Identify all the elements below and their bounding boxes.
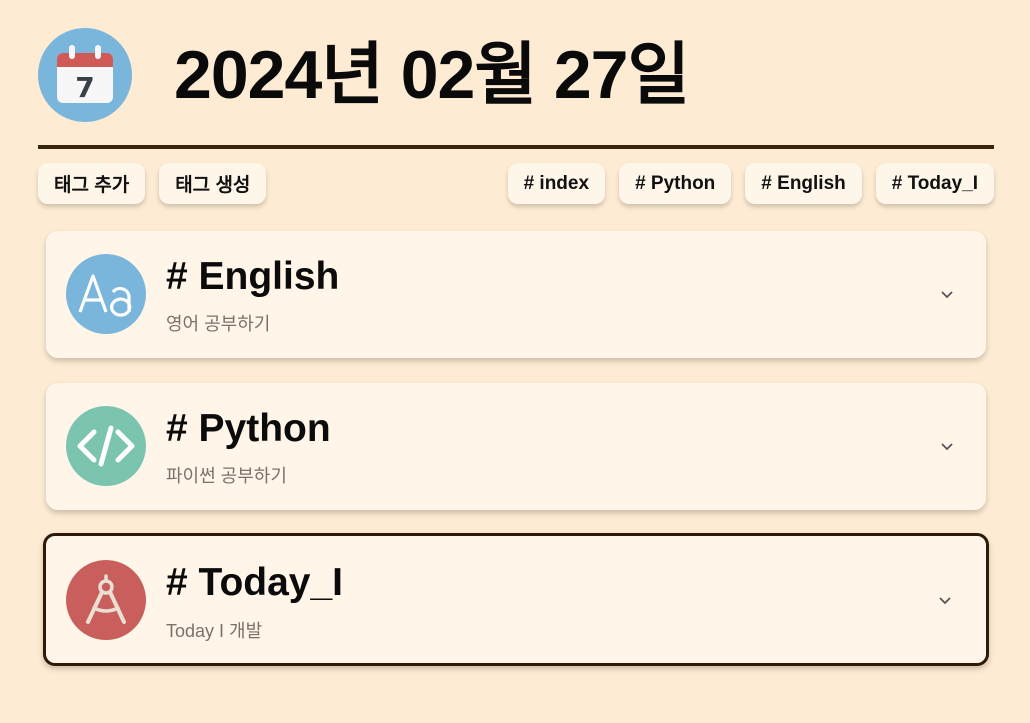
chevron-down-icon[interactable] [940, 439, 954, 453]
code-brackets-icon [66, 406, 146, 486]
page-title: 2024년 02월 27일 [174, 37, 690, 113]
chevron-down-icon[interactable] [940, 287, 954, 301]
card-subtitle: 파이썬 공부하기 [166, 466, 287, 486]
card-title: # English [166, 255, 340, 298]
alphabet-aa-icon [66, 254, 146, 334]
card-subtitle: Today I 개발 [166, 621, 263, 641]
tag-toolbar: 태그 추가 태그 생성 # index # Python # English #… [38, 163, 994, 204]
card-title: # Python [166, 407, 331, 450]
add-tag-button[interactable]: 태그 추가 [38, 163, 146, 204]
filter-tag-python[interactable]: # Python [619, 163, 732, 204]
tag-card-today-i[interactable]: # Today_I Today I 개발 [43, 533, 989, 666]
filter-tag-today-i[interactable]: # Today_I [875, 163, 994, 204]
page-header: 7 2024년 02월 27일 [38, 28, 690, 122]
card-title: # Today_I [166, 561, 344, 604]
card-subtitle: 영어 공부하기 [166, 314, 271, 334]
calendar-day: 7 [75, 71, 94, 104]
filter-tag-english[interactable]: # English [745, 163, 862, 204]
header-divider [38, 145, 994, 149]
create-tag-button[interactable]: 태그 생성 [159, 163, 267, 204]
tag-card-python[interactable]: # Python 파이썬 공부하기 [46, 383, 986, 510]
calendar-icon: 7 [38, 28, 132, 122]
compass-drafting-icon [66, 560, 146, 640]
tag-card-english[interactable]: # English 영어 공부하기 [46, 231, 986, 358]
filter-tag-index[interactable]: # index [507, 163, 606, 204]
chevron-down-icon[interactable] [938, 593, 952, 607]
